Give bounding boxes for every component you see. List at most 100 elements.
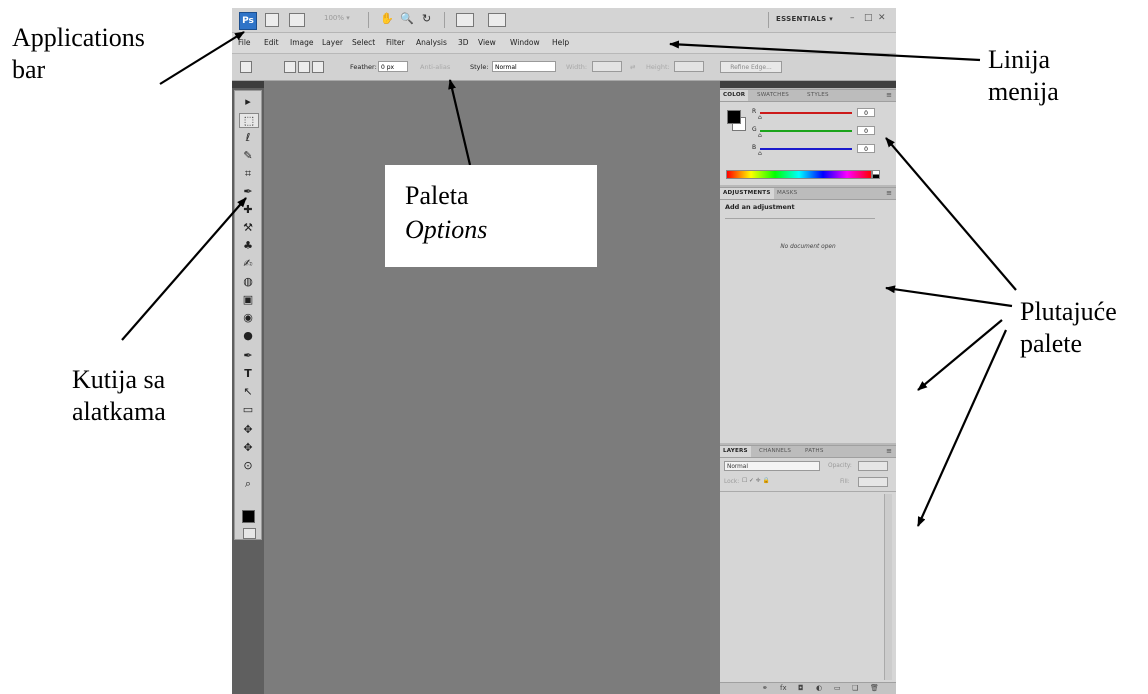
height-input[interactable] — [674, 61, 704, 72]
width-input[interactable] — [592, 61, 622, 72]
subtract-selection-icon[interactable] — [312, 61, 324, 73]
channel-g-value[interactable]: 0 — [857, 126, 875, 135]
new-group-icon[interactable]: ▭ — [834, 684, 841, 692]
menu-select[interactable]: Select — [352, 38, 375, 47]
rotate-view-icon[interactable]: ↻ — [422, 12, 431, 25]
marquee-tool-icon[interactable]: ⬚ — [239, 113, 259, 128]
minimize-icon[interactable]: – — [850, 13, 855, 23]
menu-layer[interactable]: Layer — [322, 38, 343, 47]
anti-alias-checkbox[interactable]: Anti-alias — [420, 63, 450, 71]
gradient-tool-icon[interactable]: ▣ — [239, 293, 257, 306]
channel-g-slider[interactable] — [760, 130, 852, 132]
style-select[interactable]: Normal — [492, 61, 556, 72]
menu-file[interactable]: File — [238, 38, 251, 47]
tab-color[interactable]: COLOR — [720, 90, 749, 101]
separator — [768, 12, 769, 28]
tab-paths[interactable]: PATHS — [802, 446, 827, 457]
3d-rotate-tool-icon[interactable]: ✥ — [239, 423, 257, 436]
menu-help[interactable]: Help — [552, 38, 569, 47]
menu-bar: File Edit Image Layer Select Filter Anal… — [232, 33, 896, 54]
eraser-tool-icon[interactable]: ◍ — [239, 275, 257, 288]
foreground-color-swatch[interactable] — [727, 110, 741, 124]
dock-collapse-strip[interactable] — [720, 81, 896, 88]
menu-edit[interactable]: Edit — [264, 38, 279, 47]
panel-menu-icon[interactable]: ≡ — [886, 91, 892, 99]
toolbox-header — [232, 81, 264, 88]
delete-layer-icon[interactable]: 🗑 — [870, 684, 879, 692]
menu-analysis[interactable]: Analysis — [416, 38, 447, 47]
blur-tool-icon[interactable]: ◉ — [239, 311, 257, 324]
channel-b-slider[interactable] — [760, 148, 852, 150]
tab-styles[interactable]: STYLES — [804, 90, 832, 101]
channel-b-value[interactable]: 0 — [857, 144, 875, 153]
menu-window[interactable]: Window — [510, 38, 540, 47]
refine-edge-button[interactable]: Refine Edge... — [720, 61, 782, 73]
maximize-icon[interactable]: □ — [864, 13, 873, 23]
brush-tool-icon[interactable]: ⚒ — [239, 221, 257, 234]
type-tool-icon[interactable]: T — [239, 367, 257, 380]
workspace-switcher[interactable]: ESSENTIALS ▾ — [776, 15, 833, 23]
crop-tool-icon[interactable]: ⌗ — [239, 167, 257, 180]
menu-view[interactable]: View — [478, 38, 496, 47]
tab-adjustments[interactable]: ADJUSTMENTS — [720, 188, 774, 199]
new-layer-icon[interactable]: ❑ — [852, 684, 858, 692]
zoom-tool-icon[interactable]: ⌕ — [239, 477, 257, 490]
dodge-tool-icon[interactable]: ● — [239, 329, 257, 342]
slider-thumb-icon[interactable]: ⌂ — [758, 132, 762, 139]
link-layers-icon[interactable]: ⚭ — [762, 684, 768, 692]
marquee-preset-icon[interactable] — [240, 61, 252, 73]
photoshop-logo-icon[interactable]: Ps — [239, 12, 257, 30]
healing-brush-tool-icon[interactable]: ✚ — [239, 203, 257, 216]
clone-stamp-tool-icon[interactable]: ♣ — [239, 239, 257, 252]
lock-icons[interactable]: ☐ ✓ ✛ 🔒 — [742, 478, 770, 484]
layer-mask-icon[interactable]: ◘ — [798, 684, 804, 692]
screen-mode-icon[interactable] — [488, 13, 506, 27]
eyedropper-tool-icon[interactable]: ✒ — [239, 185, 257, 198]
adjustment-layer-icon[interactable]: ◐ — [816, 684, 822, 692]
arrow-plutajuce-1 — [885, 137, 1017, 291]
add-selection-icon[interactable] — [298, 61, 310, 73]
swap-icon[interactable]: ⇄ — [630, 63, 635, 71]
layers-scrollbar[interactable] — [884, 494, 892, 680]
close-icon[interactable]: ✕ — [878, 13, 886, 23]
history-brush-tool-icon[interactable]: ✍ — [239, 257, 257, 270]
panel-menu-icon[interactable]: ≡ — [886, 189, 892, 197]
quick-mask-icon[interactable] — [243, 528, 256, 539]
opacity-input[interactable] — [858, 461, 888, 471]
hand-tool-icon[interactable]: ⊙ — [239, 459, 257, 472]
lasso-tool-icon[interactable]: ℓ — [239, 131, 257, 144]
hand-tool-icon[interactable]: ✋ — [380, 12, 394, 25]
arrange-documents-icon[interactable] — [456, 13, 474, 27]
bridge-icon[interactable] — [265, 13, 279, 27]
path-selection-tool-icon[interactable]: ↖ — [239, 385, 257, 398]
slider-thumb-icon[interactable]: ⌂ — [758, 150, 762, 157]
blend-mode-select[interactable]: Normal — [724, 461, 820, 471]
tab-layers[interactable]: LAYERS — [720, 446, 751, 457]
feather-input[interactable]: 0 px — [378, 61, 408, 72]
tab-swatches[interactable]: SWATCHES — [754, 90, 792, 101]
quick-selection-tool-icon[interactable]: ✎ — [239, 149, 257, 162]
new-selection-icon[interactable] — [284, 61, 296, 73]
3d-orbit-tool-icon[interactable]: ✥ — [239, 441, 257, 454]
color-spectrum[interactable] — [726, 170, 872, 179]
view-extras-icon[interactable] — [289, 13, 305, 27]
foreground-color-swatch[interactable] — [242, 510, 255, 523]
layer-style-icon[interactable]: fx — [780, 684, 787, 692]
shape-tool-icon[interactable]: ▭ — [239, 403, 257, 416]
channel-r-slider[interactable] — [760, 112, 852, 114]
color-spectrum-bw[interactable] — [872, 170, 880, 179]
tab-channels[interactable]: CHANNELS — [756, 446, 794, 457]
move-tool-icon[interactable]: ▸ — [239, 95, 257, 108]
tab-masks[interactable]: MASKS — [774, 188, 800, 199]
menu-image[interactable]: Image — [290, 38, 314, 47]
menu-3d[interactable]: 3D — [458, 38, 469, 47]
pen-tool-icon[interactable]: ✒ — [239, 349, 257, 362]
annotation-plutajuce-palete: Plutajuće palete — [1020, 297, 1117, 358]
zoom-tool-icon[interactable]: 🔍 — [400, 12, 414, 25]
fill-input[interactable] — [858, 477, 888, 487]
channel-r-value[interactable]: 0 — [857, 108, 875, 117]
zoom-level[interactable]: 100% ▾ — [324, 14, 350, 22]
menu-filter[interactable]: Filter — [386, 38, 405, 47]
slider-thumb-icon[interactable]: ⌂ — [758, 114, 762, 121]
panel-menu-icon[interactable]: ≡ — [886, 447, 892, 455]
